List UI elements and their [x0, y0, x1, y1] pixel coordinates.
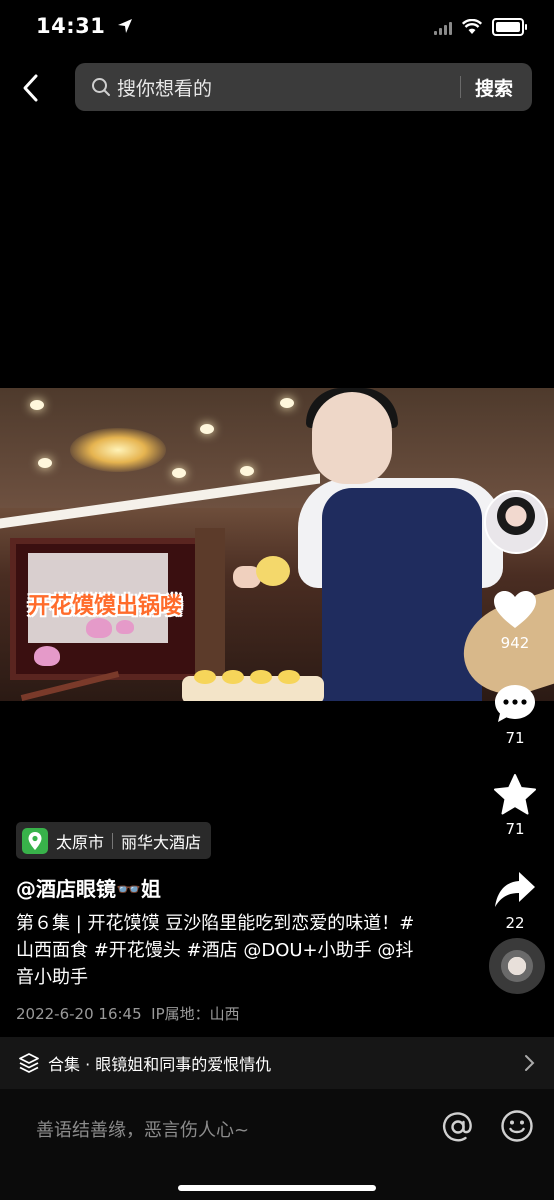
video-scene-bun	[256, 556, 290, 586]
location-divider	[112, 832, 114, 849]
favorite-button[interactable]: 71	[480, 774, 550, 838]
video-scene-light	[38, 458, 52, 468]
share-icon	[495, 872, 535, 907]
video-scene-flower	[86, 618, 112, 638]
post-meta: 2022-6-20 16:45 IP属地：山西	[16, 1005, 240, 1023]
search-input[interactable]: 搜你想看的	[117, 74, 212, 101]
location-place: 丽华大酒店	[121, 832, 202, 852]
heart-icon	[494, 591, 536, 628]
video-scene-light	[172, 468, 186, 478]
back-icon[interactable]	[16, 72, 48, 104]
star-icon	[494, 774, 536, 815]
author-name[interactable]: @酒店眼镜👓姐	[16, 873, 161, 902]
collection-icon	[19, 1053, 39, 1073]
comment-button[interactable]: 71	[480, 683, 550, 747]
video-scene-face	[312, 392, 392, 484]
video-scene-tray-bun	[250, 670, 272, 684]
video-scene-flower	[34, 646, 60, 666]
emoji-icon[interactable]	[500, 1109, 534, 1143]
author-avatar[interactable]	[484, 490, 548, 554]
video-scene-light	[200, 424, 214, 434]
search-divider	[460, 76, 461, 98]
comment-icon	[495, 685, 535, 722]
location-arrow-icon	[118, 19, 133, 33]
location-tag[interactable]: 太原市 丽华大酒店	[16, 822, 212, 859]
video-scene-chandelier	[70, 428, 166, 472]
video-player[interactable]: 开花馍馍出锅喽	[0, 388, 554, 701]
wifi-icon	[462, 19, 482, 34]
like-count: 942	[500, 634, 530, 652]
video-scene-tray-bun	[222, 670, 244, 684]
like-button[interactable]: 942	[480, 590, 550, 652]
share-button[interactable]: 22	[480, 870, 550, 932]
video-scene-panel	[195, 528, 225, 678]
video-scene-tray-bun	[278, 670, 300, 684]
chevron-right-icon	[525, 1055, 535, 1071]
signal-icon	[434, 19, 452, 35]
comment-bar: 善语结善缘，恶言伤人心~	[0, 1089, 554, 1200]
collection-label: 合集 · 眼镜姐和同事的爱恨情仇	[48, 1055, 272, 1074]
location-city: 太原市	[56, 832, 105, 852]
at-icon[interactable]	[440, 1109, 476, 1145]
comment-input[interactable]: 善语结善缘，恶言伤人心~	[36, 1116, 366, 1142]
search-button[interactable]: 搜索	[475, 74, 513, 101]
video-scene-tray-bun	[194, 670, 216, 684]
location-pin-icon	[22, 827, 48, 854]
status-time-text: 14:31	[36, 14, 106, 38]
video-scene-light	[240, 466, 254, 476]
home-indicator	[178, 1185, 376, 1191]
search-icon	[92, 78, 110, 96]
search-bar[interactable]: 搜你想看的 搜索	[75, 63, 532, 111]
video-caption: 开花馍馍出锅喽	[28, 594, 183, 619]
status-time: 14:31	[36, 14, 133, 38]
status-indicators	[434, 18, 527, 36]
video-scene-vest	[322, 488, 482, 701]
comment-count: 71	[505, 729, 525, 747]
share-count: 22	[505, 914, 525, 932]
video-scene-light	[280, 398, 294, 408]
favorite-count: 71	[505, 820, 525, 838]
video-scene-light	[30, 400, 44, 410]
post-description: 第６集 | 开花馍馍 豆沙陷里能吃到恋爱的味道！#山西面食 #开花馒头 #酒店 …	[16, 913, 415, 988]
music-disc-icon[interactable]	[489, 938, 545, 994]
video-scene-flower	[116, 620, 134, 634]
collection-bar[interactable]: 合集 · 眼镜姐和同事的爱恨情仇	[0, 1037, 554, 1089]
battery-icon	[492, 18, 527, 36]
